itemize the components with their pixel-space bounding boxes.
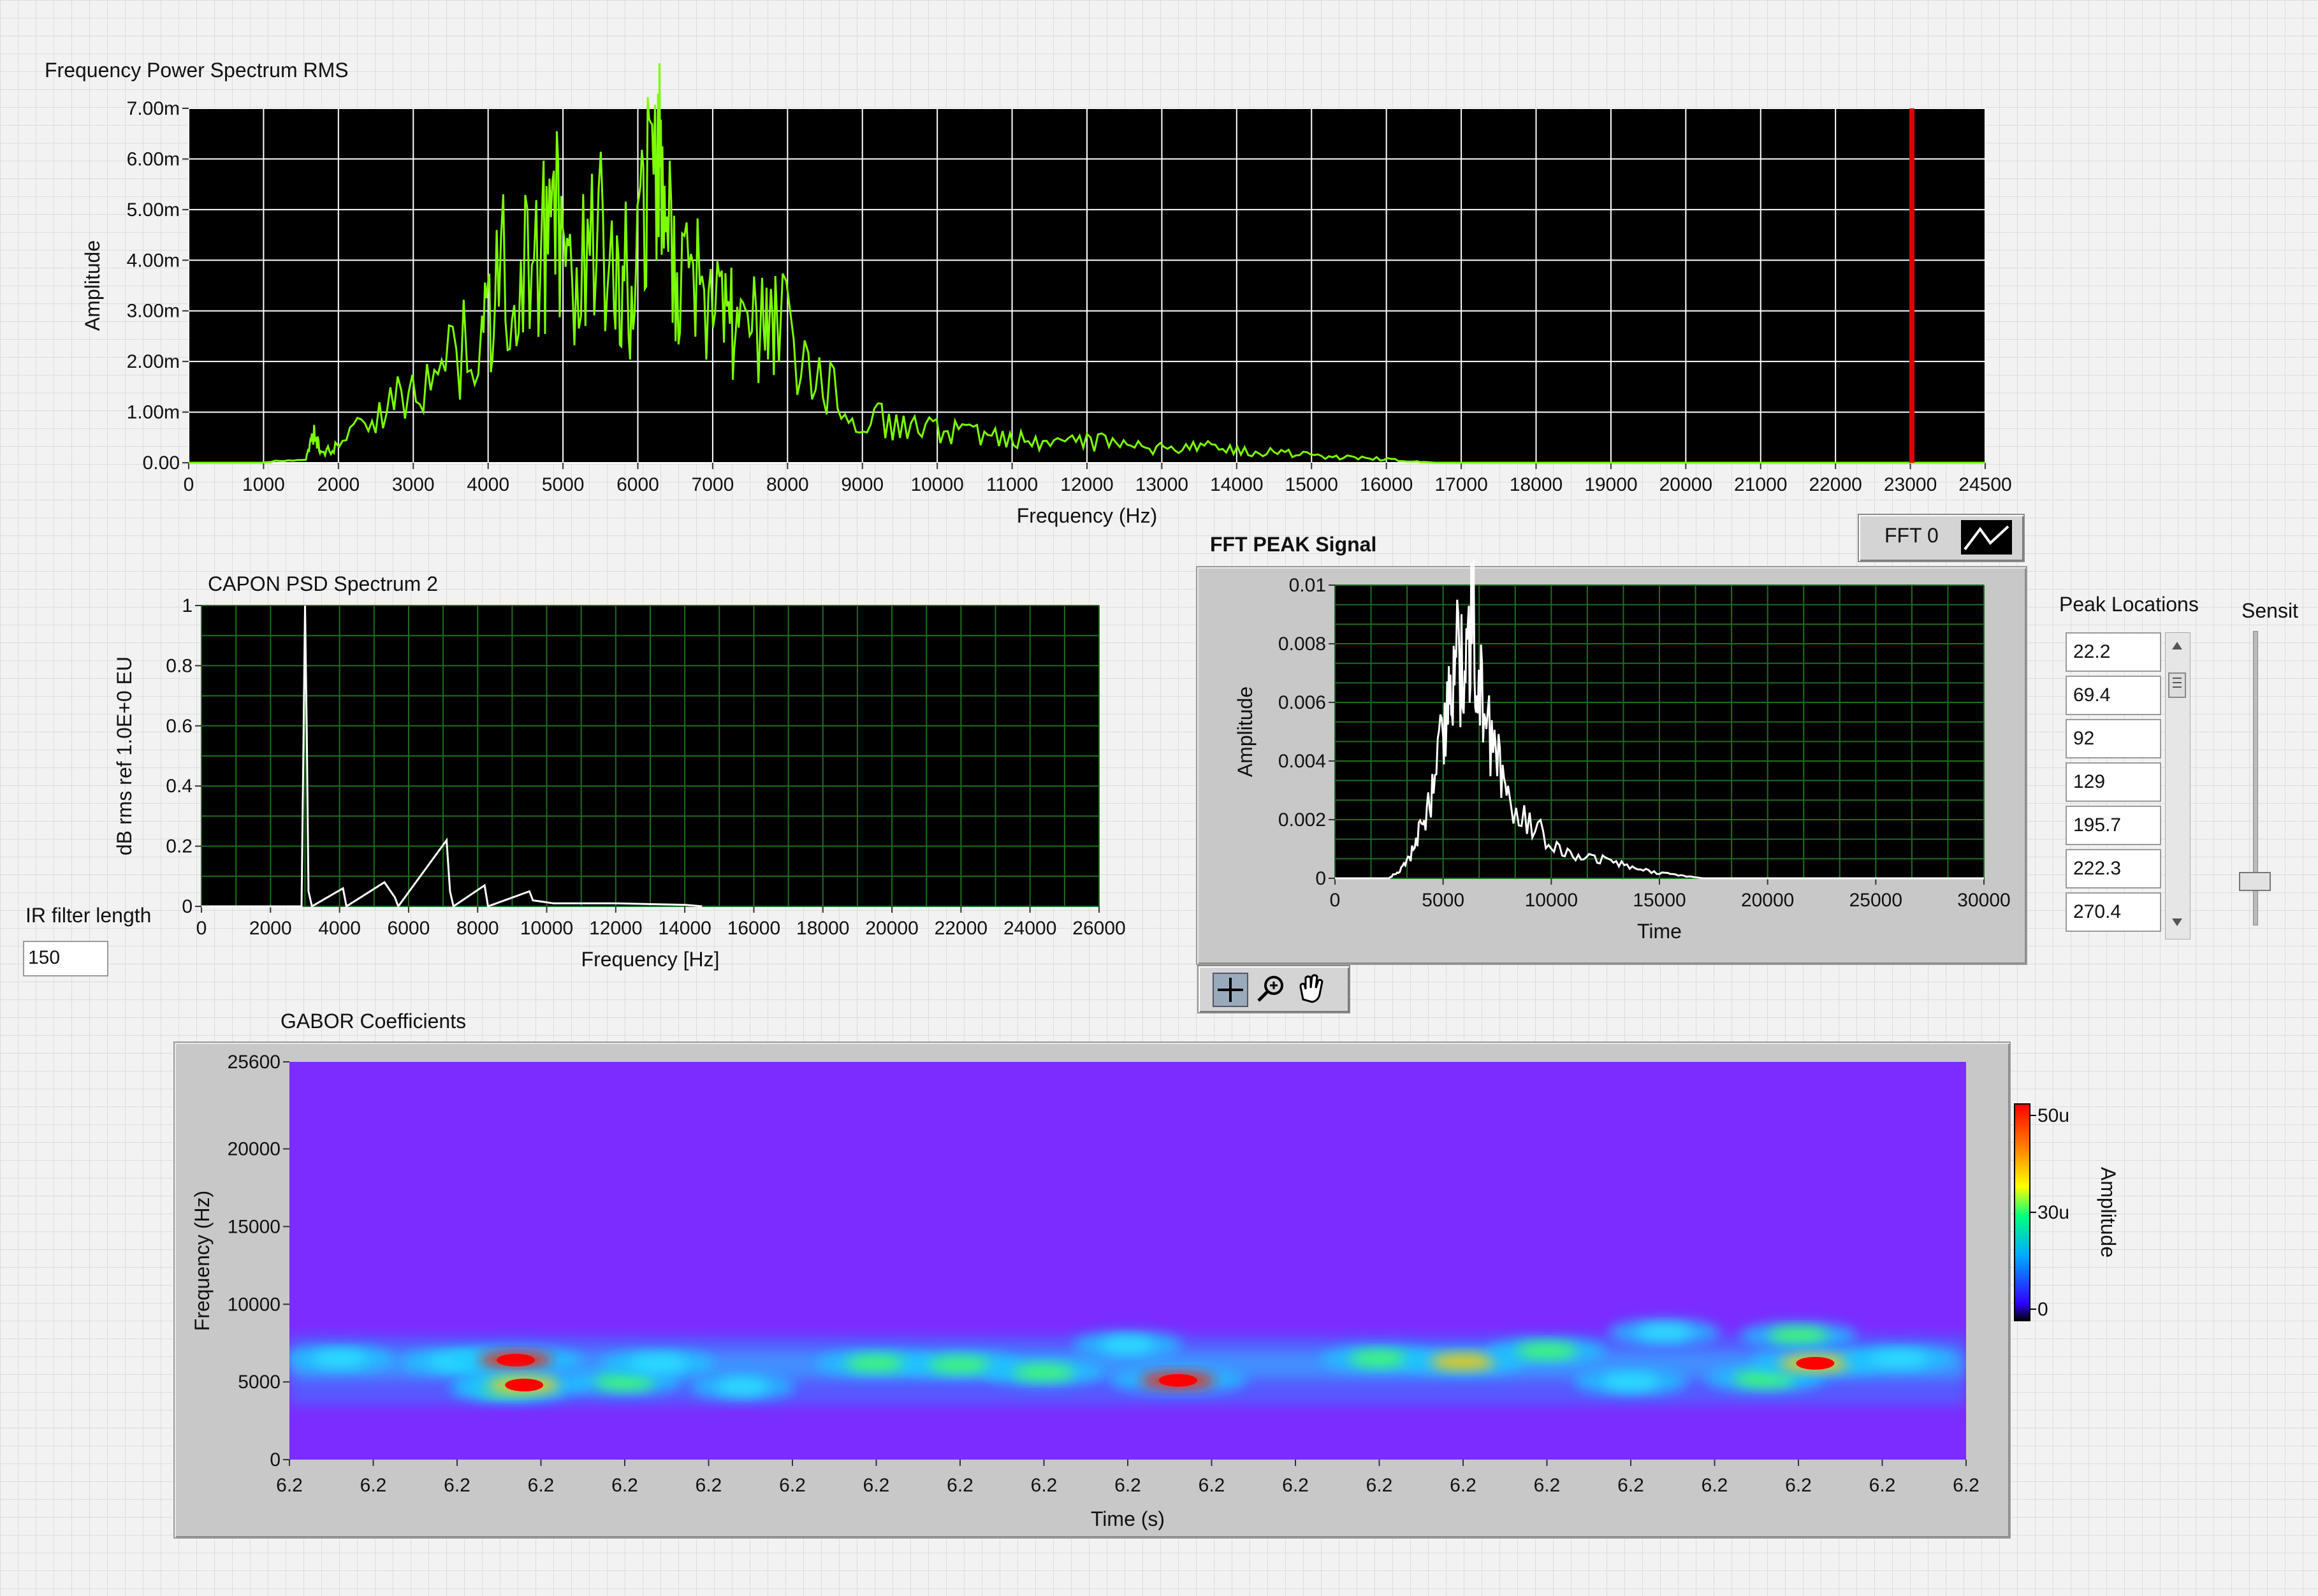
y-tick-label: 25600 bbox=[228, 1052, 281, 1073]
y-tick-label: 10000 bbox=[228, 1294, 281, 1315]
heatmap-cell bbox=[1636, 1324, 1693, 1340]
x-tick-label: 6.2 bbox=[1031, 1475, 1058, 1496]
x-tick-label: 6.2 bbox=[444, 1475, 470, 1496]
x-axis-label: Time (s) bbox=[1091, 1507, 1165, 1530]
heatmap-cell bbox=[1516, 1343, 1578, 1359]
colorbar bbox=[2014, 1103, 2030, 1321]
heatmap-cell bbox=[928, 1357, 992, 1373]
colorbar-tick-label: 50u bbox=[2037, 1105, 2069, 1126]
x-tick-label: 6.2 bbox=[1366, 1475, 1393, 1496]
heatmap-cell bbox=[497, 1354, 536, 1367]
heatmap-cell bbox=[845, 1355, 907, 1371]
heatmap-cell bbox=[505, 1379, 544, 1391]
heatmap-cell bbox=[629, 1355, 687, 1371]
x-tick-label: 6.2 bbox=[1114, 1475, 1141, 1496]
x-tick-label: 6.2 bbox=[276, 1475, 303, 1496]
heatmap-cell bbox=[1796, 1356, 1835, 1370]
heatmap-cell bbox=[1431, 1354, 1496, 1370]
x-tick-label: 6.2 bbox=[863, 1475, 890, 1496]
y-axis-label: Frequency (Hz) bbox=[191, 1191, 214, 1331]
x-tick-label: 6.2 bbox=[1617, 1475, 1644, 1496]
colorbar-label: Amplitude bbox=[2097, 1167, 2120, 1258]
x-tick-label: 6.2 bbox=[1785, 1475, 1812, 1496]
heatmap-cell bbox=[595, 1374, 655, 1390]
heatmap-cell bbox=[1602, 1374, 1659, 1390]
heatmap-cell bbox=[1870, 1351, 1928, 1367]
colorbar-tick-label: 0 bbox=[2037, 1299, 2048, 1320]
x-tick-label: 6.2 bbox=[360, 1475, 387, 1496]
heatmap-cell bbox=[1101, 1337, 1155, 1353]
x-tick-label: 6.2 bbox=[1702, 1475, 1728, 1496]
x-tick-label: 6.2 bbox=[1869, 1475, 1896, 1496]
x-tick-label: 6.2 bbox=[1953, 1475, 1979, 1496]
x-tick-label: 6.2 bbox=[1282, 1475, 1309, 1496]
heatmap-cell bbox=[312, 1351, 367, 1367]
x-tick-label: 6.2 bbox=[528, 1475, 555, 1496]
y-tick-label: 5000 bbox=[238, 1372, 281, 1393]
x-tick-label: 6.2 bbox=[947, 1475, 973, 1496]
heatmap-cell bbox=[1350, 1351, 1409, 1367]
heatmap-cell bbox=[716, 1379, 768, 1395]
colorbar-tick-label: 30u bbox=[2037, 1202, 2069, 1223]
x-tick-label: 6.2 bbox=[696, 1475, 722, 1496]
x-tick-label: 6.2 bbox=[611, 1475, 638, 1496]
x-tick-label: 6.2 bbox=[1450, 1475, 1476, 1496]
y-tick-label: 15000 bbox=[228, 1216, 281, 1237]
heatmap-cell bbox=[1013, 1365, 1075, 1381]
x-tick-label: 6.2 bbox=[779, 1475, 806, 1496]
x-tick-label: 6.2 bbox=[1534, 1475, 1561, 1496]
y-tick-label: 20000 bbox=[228, 1139, 281, 1160]
x-tick-label: 6.2 bbox=[1199, 1475, 1225, 1496]
heatmap-cell bbox=[1158, 1374, 1197, 1387]
gabor-graph[interactable]: 6.2 6.2 6.2 6.2 6.2 6.2 6.2 6.2 6.2 6.2 6.2 6.2 6.2 6… bbox=[0, 0, 2318, 1596]
heatmap-cell bbox=[1768, 1328, 1828, 1343]
y-tick-label: 0 bbox=[270, 1449, 281, 1470]
